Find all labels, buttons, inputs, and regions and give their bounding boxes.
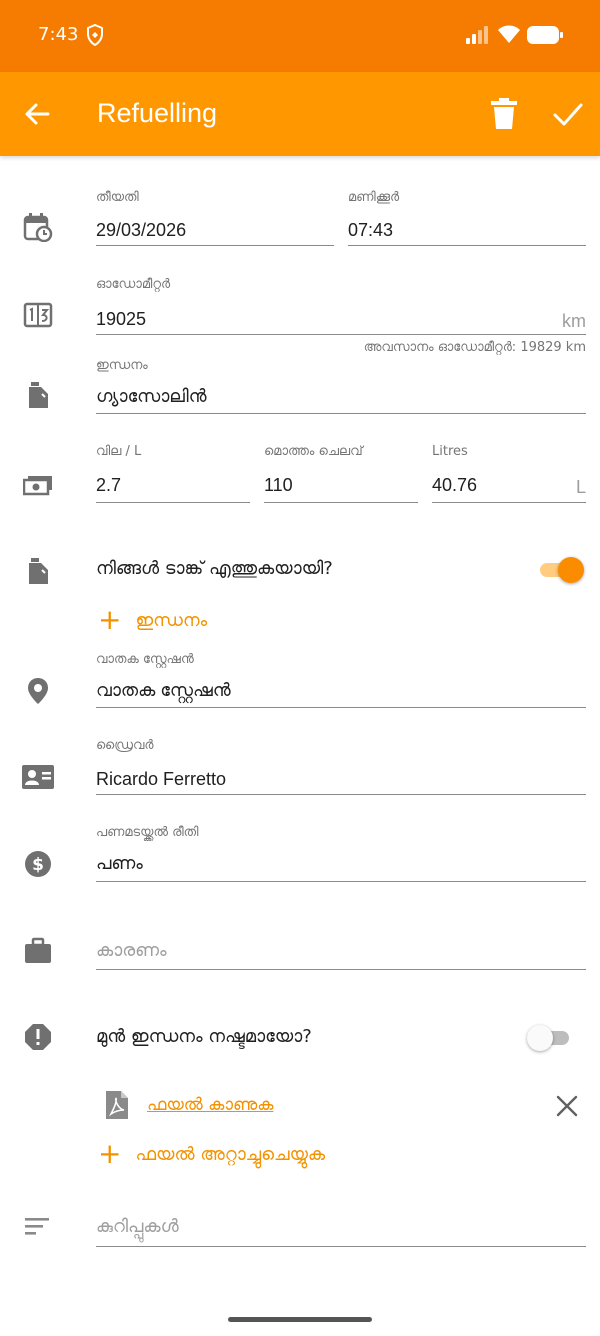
attach-file-button[interactable]: + ഫയൽ അറ്റാച്ചുചെയ്യുക — [98, 1140, 325, 1168]
alert-octagon-icon — [23, 1022, 53, 1052]
delete-button[interactable] — [490, 98, 518, 130]
notes-underline — [96, 1246, 586, 1247]
status-time: 7:43 — [38, 24, 79, 45]
payment-label: പണമടയ്ക്കൽ രീതി — [96, 825, 199, 840]
calendar-clock-icon — [23, 212, 53, 242]
odometer-helper: അവസാനം ഓഡോമീറ്റർ: 19829 km — [363, 340, 586, 355]
price-value: 2.7 — [96, 475, 122, 495]
date-label: തീയതി — [96, 190, 139, 205]
reason-placeholder: കാരണം — [96, 940, 167, 961]
notes-placeholder: കുറിപ്പുകൾ — [96, 1216, 179, 1237]
page-title: Refuelling — [97, 98, 218, 128]
fuel-value: ഗ്യാസോലിൻ — [96, 386, 207, 406]
battery-icon — [527, 26, 563, 44]
litres-unit: L — [575, 477, 586, 497]
payment-underline — [96, 881, 586, 882]
add-fuel-label: ഇന്ധനം — [135, 609, 208, 631]
reason-underline — [96, 969, 586, 970]
total-cost-field[interactable]: മൊത്തം ചെലവ് 110 — [264, 444, 418, 503]
home-indicator[interactable] — [228, 1317, 372, 1322]
odometer-underline — [96, 334, 586, 335]
litres-underline — [432, 502, 586, 503]
date-underline — [96, 245, 334, 246]
payment-value: പണം — [96, 853, 143, 873]
odometer-label: ഓഡോമീറ്റർ — [96, 277, 171, 292]
litres-label: Litres — [432, 444, 468, 459]
fuel-underline — [96, 413, 586, 414]
driver-field[interactable]: ഡ്രൈവർ Ricardo Ferretto — [96, 738, 586, 795]
litres-value: 40.76 — [432, 475, 478, 495]
view-file-link[interactable]: ഫയൽ കാണുക — [147, 1095, 273, 1115]
notes-icon — [23, 1212, 53, 1242]
total-cost-underline — [264, 502, 418, 503]
gas-station-label: വാതക സ്റ്റേഷൻ — [96, 652, 194, 667]
arrow-left-icon — [25, 103, 50, 125]
briefcase-icon — [23, 936, 53, 966]
full-tank-label: നിങ്ങൾ ടാങ്ക് എത്തുകയായി? — [96, 558, 333, 579]
back-button[interactable] — [22, 99, 52, 129]
notes-field[interactable]: കുറിപ്പുകൾ — [96, 1216, 586, 1247]
gas-station-value: വാതക സ്റ്റേഷൻ — [96, 680, 231, 700]
full-tank-switch[interactable] — [536, 555, 584, 585]
location-pin-icon — [23, 676, 53, 706]
trash-icon — [491, 98, 517, 129]
date-value: 29/03/2026 — [96, 220, 187, 240]
payment-field[interactable]: പണമടയ്ക്കൽ രീതി പണം — [96, 825, 586, 882]
missed-fuel-label: മുൻ ഇന്ധനം നഷ്ടമായോ? — [96, 1026, 312, 1047]
litres-field[interactable]: Litres 40.76 L — [432, 444, 586, 503]
gas-station-field[interactable]: വാതക സ്റ്റേഷൻ വാതക സ്റ്റേഷൻ — [96, 652, 586, 708]
switch-thumb — [558, 557, 584, 583]
add-fuel-button[interactable]: + ഇന്ധനം — [98, 606, 207, 634]
odometer-icon — [23, 300, 53, 330]
price-label: വില / L — [96, 444, 142, 459]
pdf-icon — [104, 1090, 130, 1120]
plus-icon: + — [98, 603, 122, 636]
driver-label: ഡ്രൈവർ — [96, 738, 154, 753]
odometer-value: 19025 — [96, 309, 147, 329]
close-icon — [556, 1095, 578, 1117]
money-icon — [23, 470, 53, 500]
id-card-icon — [21, 762, 55, 792]
status-bar: 7:43 — [0, 0, 600, 72]
total-cost-label: മൊത്തം ചെലവ് — [264, 444, 363, 459]
driver-value: Ricardo Ferretto — [96, 769, 227, 789]
reason-field[interactable]: കാരണം — [96, 940, 586, 970]
svg-text:$: $ — [32, 855, 44, 875]
switch-thumb — [527, 1025, 553, 1051]
wifi-icon — [497, 24, 521, 44]
missed-fuel-switch[interactable] — [527, 1023, 575, 1053]
date-field[interactable]: തീയതി 29/03/2026 — [96, 190, 334, 246]
fuel-can-icon — [23, 380, 53, 410]
save-button[interactable] — [552, 100, 584, 128]
time-field[interactable]: മണിക്കൂർ 07:43 — [348, 190, 586, 246]
plus-icon: + — [98, 1137, 122, 1170]
total-cost-value: 110 — [264, 475, 293, 495]
price-underline — [96, 502, 250, 503]
price-field[interactable]: വില / L 2.7 — [96, 444, 250, 503]
odometer-unit: km — [562, 311, 586, 331]
time-value: 07:43 — [348, 220, 394, 240]
time-label: മണിക്കൂർ — [348, 190, 400, 205]
time-underline — [348, 245, 586, 246]
signal-icon — [466, 26, 490, 44]
check-icon — [553, 103, 583, 126]
odometer-field[interactable]: ഓഡോമീറ്റർ 19025 km — [96, 277, 586, 335]
shield-icon — [86, 23, 104, 47]
fuel-can-icon — [23, 556, 53, 586]
app-bar: Refuelling — [0, 72, 600, 156]
gas-station-underline — [96, 707, 586, 708]
remove-file-button[interactable] — [555, 1094, 579, 1118]
dollar-coin-icon: $ — [23, 849, 53, 879]
fuel-label: ഇന്ധനം — [96, 358, 148, 373]
fuel-field[interactable]: ഇന്ധനം ഗ്യാസോലിൻ — [96, 358, 586, 414]
driver-underline — [96, 794, 586, 795]
attach-file-label: ഫയൽ അറ്റാച്ചുചെയ്യുക — [135, 1143, 326, 1165]
